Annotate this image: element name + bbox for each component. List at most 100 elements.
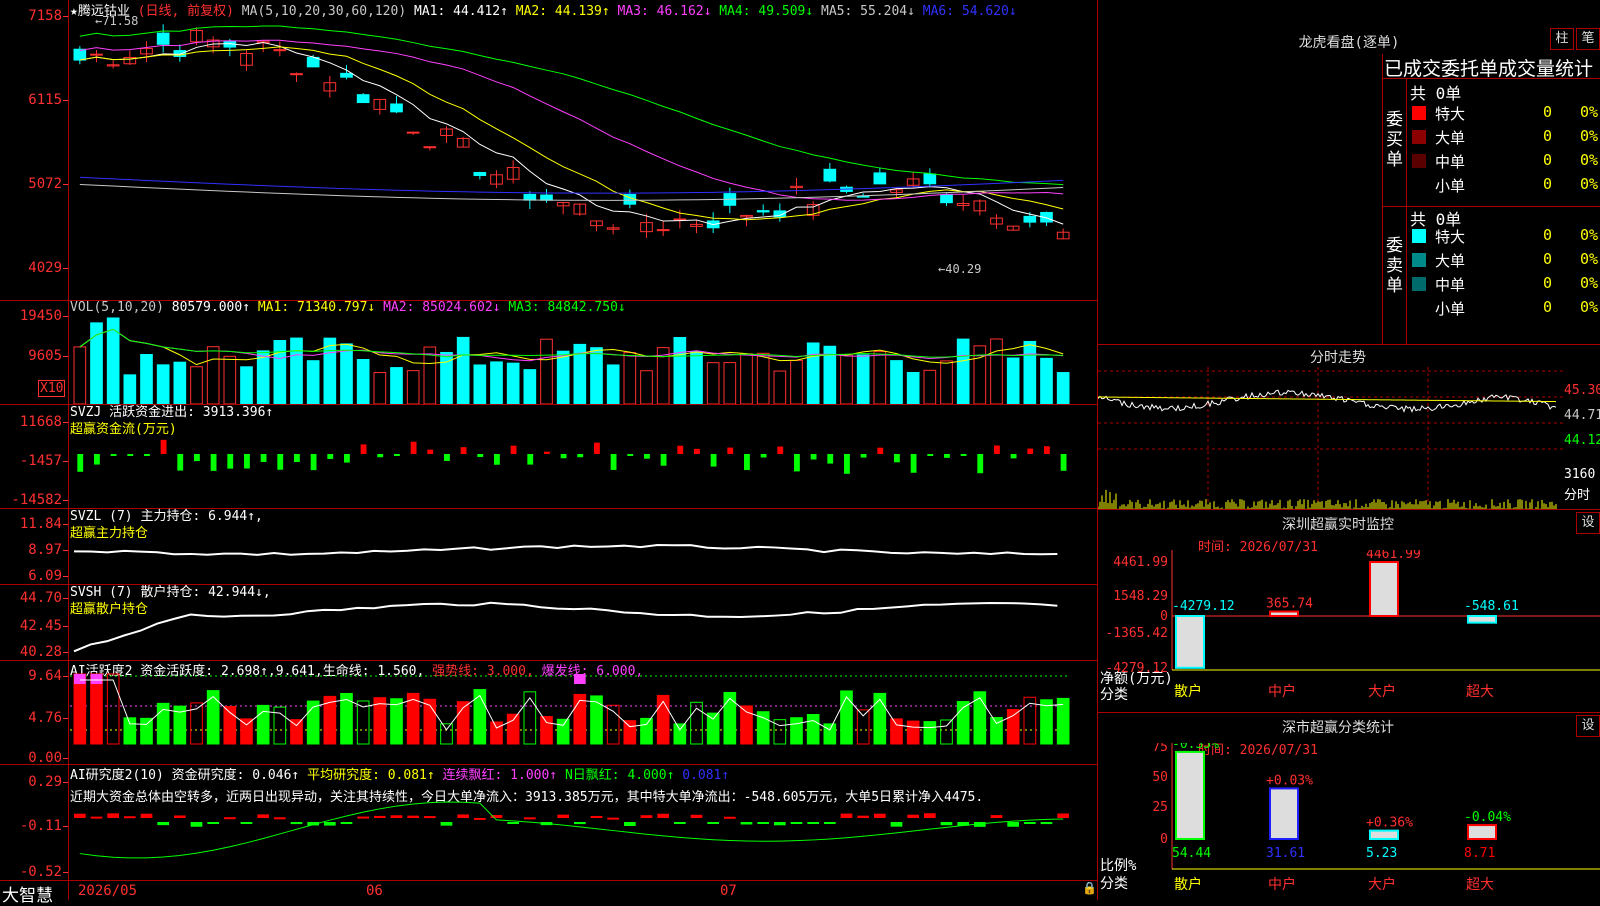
volume-bar: [623, 352, 637, 404]
research-bar: [874, 813, 886, 818]
order-count: 0: [1543, 127, 1553, 145]
svsh-chart[interactable]: [70, 584, 1097, 660]
volume-bar: [340, 343, 353, 404]
order-count: 0: [1543, 103, 1553, 121]
monitor-settings-button[interactable]: 设: [1576, 512, 1600, 534]
ai-activity-chart[interactable]: [70, 660, 1097, 764]
research-bar: [457, 814, 469, 818]
monitor-category: 超大: [1466, 684, 1494, 700]
research-bar: [907, 814, 919, 818]
intraday-panel[interactable]: 分时走势 45.30 44.71 44.12 3160 分时: [1098, 345, 1600, 510]
research-bar: [1007, 822, 1019, 827]
svzj-panel[interactable]: SVZJ 活跃资金进出: 3913.396↑ 超赢资金流(万元): [0, 404, 1097, 509]
svzl-axis: 11.84 8.97 6.09: [0, 508, 69, 584]
flow-bar: [194, 454, 200, 462]
act-tick: 9.64: [28, 668, 68, 684]
volume-panel[interactable]: VOL(5,10,20) 80579.000↑ MA1: 71340.797↓ …: [0, 300, 1097, 405]
ai-research-panel[interactable]: AI研究度2(10) 资金研究度: 0.046↑ 平均研究度: 0.081↑ 连…: [0, 764, 1097, 881]
activity-bar: [123, 717, 137, 745]
flow-bar: [460, 447, 467, 454]
order-row: 小单 0 0%: [1408, 296, 1600, 320]
lock-icon[interactable]: 🔒: [1082, 881, 1097, 895]
svsh-tick: 42.45: [19, 618, 69, 634]
volume-bar: [990, 338, 1003, 404]
svsh-axis: 44.70 42.45 40.28: [0, 584, 69, 660]
research-bar: [774, 822, 786, 826]
order-count: 0: [1543, 274, 1553, 292]
research-bar: [274, 817, 286, 820]
volume-bar: [390, 367, 403, 404]
activity-bar: [290, 719, 303, 745]
research-bar: [807, 822, 819, 824]
price-panel[interactable]: ★腾远钴业 (日线, 前复权) MA(5,10,20,30,60,120) MA…: [0, 0, 1097, 301]
research-bar: [257, 814, 269, 818]
flow-bar: [160, 439, 167, 454]
ai-activity-panel[interactable]: AI活跃度2 资金活跃度: 2.698↑,9.641,生命线: 1.560, 强…: [0, 660, 1097, 765]
vol-spec: VOL(5,10,20): [70, 300, 164, 315]
svsh-tick: 44.70: [19, 590, 69, 606]
activity-bar: [556, 718, 570, 745]
research-bar: [890, 822, 903, 827]
research-bar: [674, 822, 686, 824]
flow-bar: [144, 454, 150, 456]
research-bar: [524, 817, 536, 820]
low-annotation: ←40.29: [938, 262, 982, 276]
candle: [940, 194, 953, 204]
research-bar: [990, 815, 1003, 818]
volume-bar: [273, 340, 287, 404]
price-tick: 5072: [28, 176, 68, 192]
volume-bar: [673, 337, 687, 404]
ma-value: MA3: 46.162↓: [609, 4, 712, 19]
ai-research-chart[interactable]: [70, 800, 1097, 880]
price-header: ★腾远钴业 (日线, 前复权) MA(5,10,20,30,60,120) MA…: [70, 0, 1017, 19]
bar-toggle-button[interactable]: 柱: [1550, 28, 1574, 50]
research-last: 0.081↑: [682, 768, 730, 783]
candle: [673, 218, 687, 221]
monitor-value: -548.61: [1464, 599, 1519, 614]
flow-bar: [1044, 446, 1050, 454]
activity-bar: [940, 719, 953, 745]
flow-bar: [594, 442, 600, 454]
activity-bar: [440, 723, 453, 745]
vol-ma-values: MA1: 71340.797↓ MA2: 85024.602↓ MA3: 848…: [258, 300, 626, 315]
ma-value: MA1: 44.412↑: [414, 4, 508, 19]
date-axis: 大智慧 2026/05 06 07 🔒: [0, 880, 1097, 906]
flow-bar: [260, 454, 267, 462]
price-chart[interactable]: [70, 18, 1097, 298]
research-bar: [157, 822, 169, 826]
svsh-panel[interactable]: SVSH (7) 散户持仓: 42.944↓, 超赢散户持仓: [0, 584, 1097, 661]
order-row: 大单 0 0%: [1408, 125, 1600, 149]
intraday-chart[interactable]: [1098, 367, 1563, 509]
svzj-chart[interactable]: [70, 404, 1097, 508]
candle: [73, 48, 87, 61]
pen-toggle-button[interactable]: 笔: [1576, 28, 1600, 50]
classify-change: -0.35%: [1172, 743, 1219, 752]
order-color-swatch: [1412, 154, 1426, 168]
price-axis: 7158 6115 5072 4029: [0, 0, 68, 300]
order-label: 中单: [1435, 153, 1466, 171]
order-percent: 0%: [1580, 151, 1599, 169]
ai-research-title: AI研究度2(10) 资金研究度: 0.046↑: [70, 768, 300, 783]
volume-chart[interactable]: [70, 314, 1097, 404]
intraday-tick: 44.71: [1564, 408, 1600, 423]
flow-bar: [394, 454, 400, 456]
svzl-chart[interactable]: [70, 508, 1097, 584]
flow-bar: [494, 454, 500, 465]
activity-bar: [890, 718, 903, 745]
flow-bar: [644, 454, 650, 459]
research-bar: [724, 816, 736, 819]
volume-bar: [123, 374, 137, 404]
svzl-panel[interactable]: SVZL (7) 主力持仓: 6.944↑, 超赢主力持仓: [0, 508, 1097, 585]
flow-bar: [527, 454, 534, 465]
order-label: 小单: [1435, 300, 1466, 318]
volume-bar: [523, 369, 537, 404]
flow-bar: [310, 454, 317, 471]
activity-bar: [706, 712, 720, 745]
order-percent: 0%: [1580, 298, 1599, 316]
volume-bar: [806, 342, 820, 404]
research-bar: [324, 822, 336, 826]
classify-title: 深市超赢分类统计: [1282, 720, 1394, 736]
activity-bar: [573, 693, 587, 745]
classify-settings-button[interactable]: 设: [1576, 715, 1600, 737]
volume-bar: [306, 360, 320, 404]
